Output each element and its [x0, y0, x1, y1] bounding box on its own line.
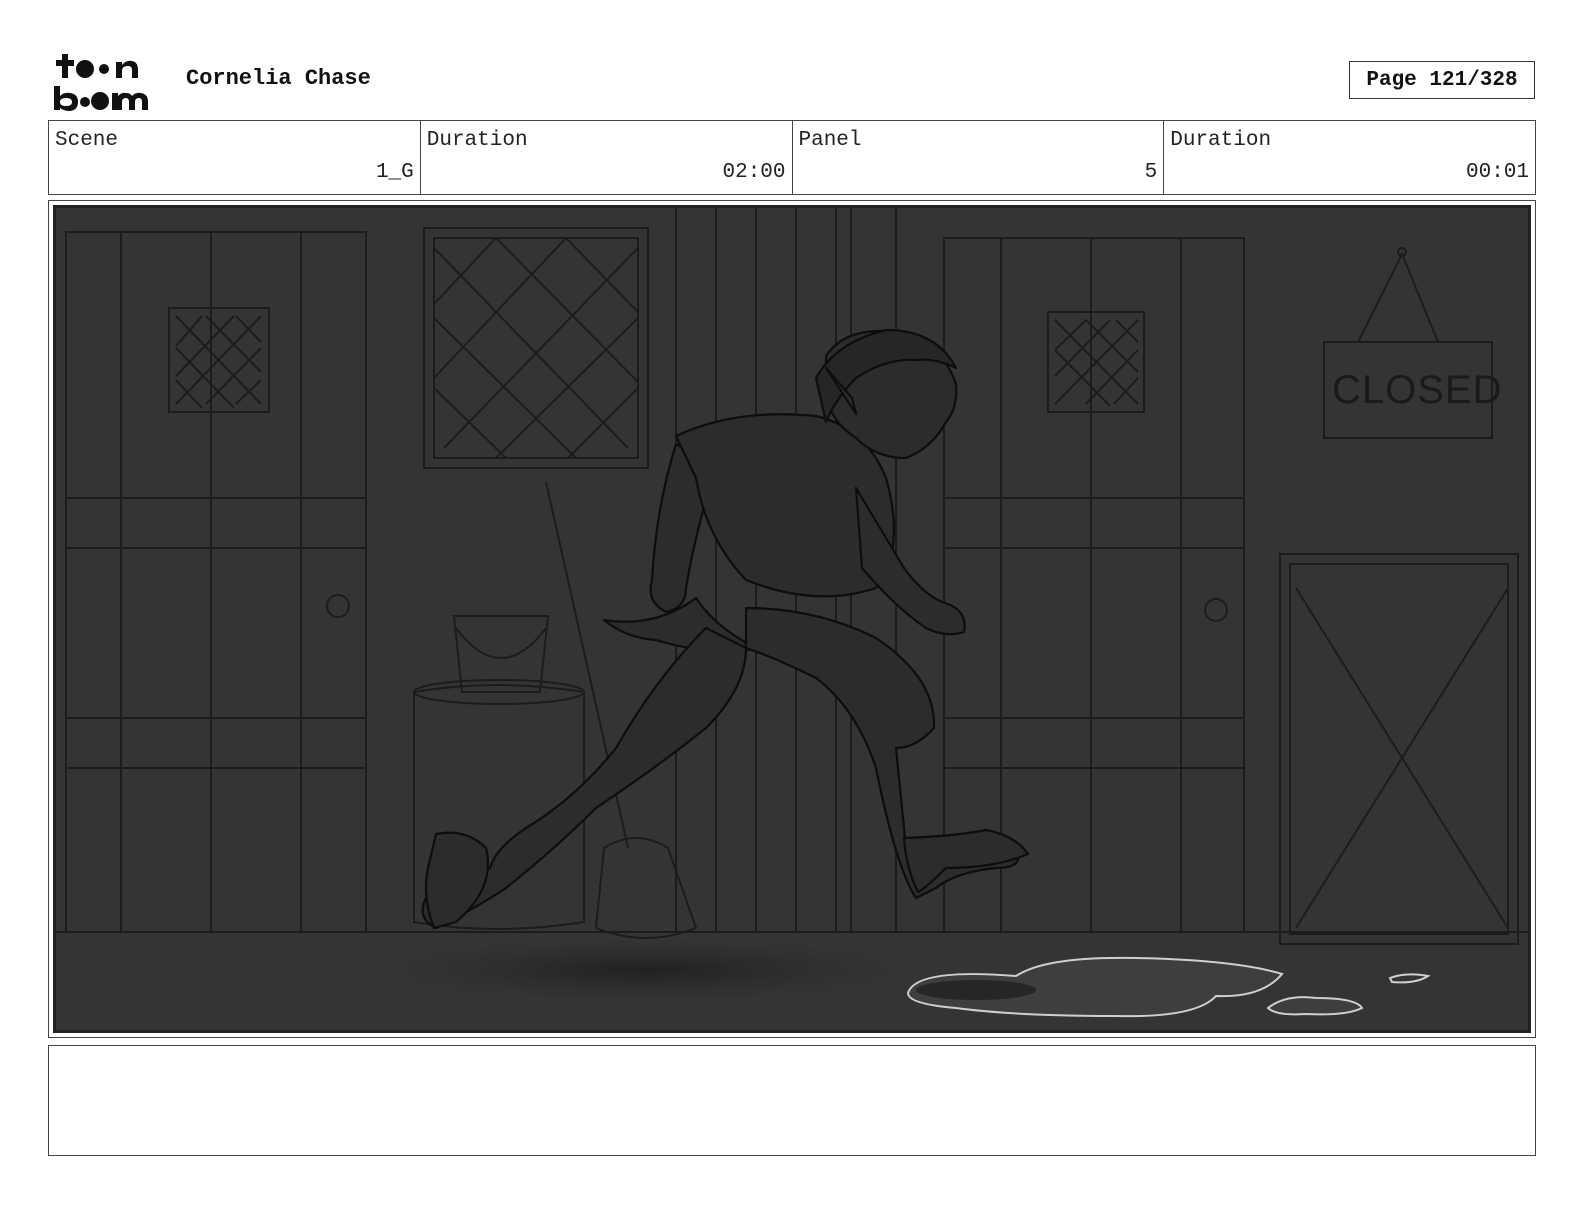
project-title: Cornelia Chase: [186, 66, 371, 91]
panel-notes-box: [48, 1045, 1536, 1156]
scene-duration-label: Duration: [426, 129, 528, 152]
scene-value: 1_G: [375, 161, 414, 184]
panel-duration-label: Duration: [1170, 129, 1272, 152]
closed-sign-text: CLOSED: [1332, 368, 1503, 412]
panel-label: Panel: [798, 129, 862, 152]
panel-duration-cell: Duration 00:01: [1164, 121, 1535, 194]
scene-label: Scene: [55, 129, 119, 152]
panel-drawing: [56, 208, 1528, 1018]
scene-duration-value: 02:00: [722, 161, 786, 184]
scene-duration-cell: Duration 02:00: [421, 121, 793, 194]
panel-info-table: Scene 1_G Duration 02:00 Panel 5 Duratio…: [48, 120, 1536, 195]
toonboom-logo: [52, 52, 164, 112]
scene-cell: Scene 1_G: [49, 121, 421, 194]
panel-duration-value: 00:01: [1465, 161, 1529, 184]
panel-cell: Panel 5: [793, 121, 1165, 194]
page-number-label: Page 121/328: [1366, 68, 1518, 92]
panel-value: 5: [1144, 161, 1158, 184]
page-number: Page 121/328: [1349, 61, 1535, 99]
storyboard-panel-frame: CLOSED: [48, 200, 1536, 1038]
storyboard-panel-image: CLOSED: [53, 205, 1531, 1033]
